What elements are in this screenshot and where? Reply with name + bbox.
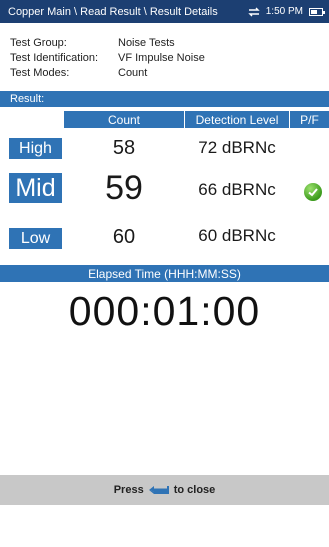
test-info: Test Group: Noise Tests Test Identificat… <box>0 24 329 88</box>
footer-hint[interactable]: Press to close <box>0 475 329 505</box>
detection-level-high: 72 dBRNc <box>198 138 276 157</box>
info-row-test-identification: Test Identification: VF Impulse Noise <box>0 50 329 65</box>
info-row-test-group: Test Group: Noise Tests <box>0 35 329 50</box>
battery-icon <box>309 7 325 16</box>
column-header-count: Count <box>64 111 184 128</box>
pass-check-icon <box>304 183 322 201</box>
column-header-pf: P/F <box>290 111 329 128</box>
footer-close-text: to close <box>173 484 216 496</box>
breadcrumb: Copper Main \ Read Result \ Result Detai… <box>8 5 218 18</box>
count-mid: 59 <box>105 169 143 207</box>
info-key: Test Group: <box>10 36 67 49</box>
row-label-low[interactable]: Low <box>9 228 62 249</box>
row-label-high[interactable]: High <box>9 138 62 159</box>
connection-swap-icon <box>248 7 260 16</box>
elapsed-time-header: Elapsed Time (HHH:MM:SS) <box>0 265 329 282</box>
row-label-mid[interactable]: Mid <box>9 173 62 203</box>
enter-back-arrow-icon <box>148 486 169 494</box>
column-header-detection-level: Detection Level <box>185 111 289 128</box>
elapsed-time-value: 000:01:00 <box>68 288 261 334</box>
count-high: 58 <box>112 137 136 159</box>
footer-press-text: Press <box>113 484 144 496</box>
title-bar: Copper Main \ Read Result \ Result Detai… <box>0 0 329 23</box>
count-low: 60 <box>112 226 136 248</box>
detection-level-low: 60 dBRNc <box>198 226 276 245</box>
info-key: Test Modes: <box>10 66 70 79</box>
result-section-header: Result: <box>0 91 329 107</box>
status-area: 1:50 PM <box>248 6 325 17</box>
info-value: Count <box>118 66 148 79</box>
info-value: Noise Tests <box>118 36 175 49</box>
info-row-test-modes: Test Modes: Count <box>0 65 329 80</box>
clock: 1:50 PM <box>265 6 303 17</box>
info-value: VF Impulse Noise <box>118 51 205 64</box>
info-key: Test Identification: <box>10 51 99 64</box>
detection-level-mid: 66 dBRNc <box>198 180 276 199</box>
